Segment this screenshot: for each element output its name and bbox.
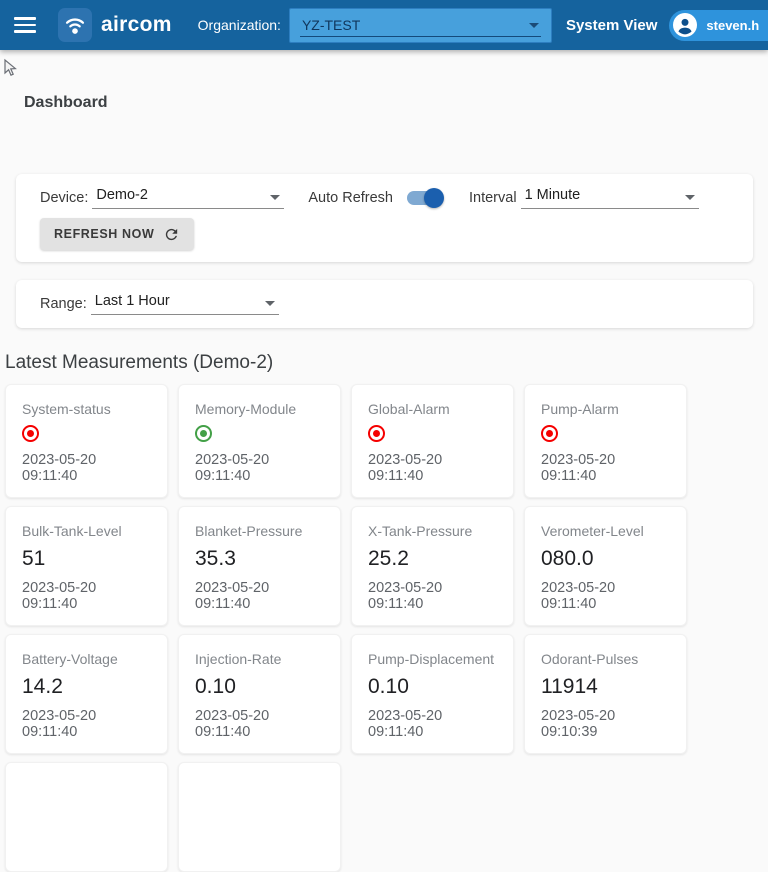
measurement-timestamp: 2023-05-20 09:11:40: [368, 708, 497, 740]
brand-name: aircom: [101, 13, 172, 37]
measurement-timestamp: 2023-05-20 09:11:40: [368, 452, 497, 484]
measurement-card-partial: [178, 762, 341, 872]
measurement-card: Battery-Voltage 14.2 2023-05-20 09:11:40: [5, 634, 168, 754]
device-label: Device:: [40, 190, 88, 206]
measurement-card: Pump-Displacement 0.10 2023-05-20 09:11:…: [351, 634, 514, 754]
measurement-name: Pump-Displacement: [368, 650, 497, 668]
measurement-value: 35.3: [195, 547, 324, 571]
measurement-card: System-status 2023-05-20 09:11:40: [5, 384, 168, 498]
measurement-card: Global-Alarm 2023-05-20 09:11:40: [351, 384, 514, 498]
measurement-value: 25.2: [368, 547, 497, 571]
range-value: Last 1 Hour: [95, 293, 170, 309]
menu-icon[interactable]: [14, 17, 36, 33]
measurement-timestamp: 2023-05-20 09:11:40: [22, 708, 151, 740]
range-label: Range:: [40, 296, 87, 312]
user-menu[interactable]: steven.h: [669, 10, 768, 41]
measurement-value: 14.2: [22, 675, 151, 699]
measurement-name: Verometer-Level: [541, 522, 670, 540]
measurement-name: Global-Alarm: [368, 400, 497, 418]
measurement-card: Injection-Rate 0.10 2023-05-20 09:11:40: [178, 634, 341, 754]
range-panel: Range: Last 1 Hour: [16, 280, 753, 328]
refresh-now-button[interactable]: REFRESH NOW: [40, 218, 194, 250]
chevron-down-icon: [265, 301, 275, 306]
measurement-card: Memory-Module 2023-05-20 09:11:40: [178, 384, 341, 498]
auto-refresh-label: Auto Refresh: [308, 190, 393, 206]
chevron-down-icon: [270, 195, 280, 200]
measurement-value: 0.10: [195, 675, 324, 699]
device-value: Demo-2: [96, 187, 148, 203]
app-header: aircom Organization: YZ-TEST System View…: [0, 0, 768, 50]
measurement-timestamp: 2023-05-20 09:11:40: [22, 580, 151, 612]
chevron-down-icon: [685, 195, 695, 200]
measurement-timestamp: 2023-05-20 09:11:40: [22, 452, 151, 484]
auto-refresh-toggle[interactable]: [407, 191, 441, 205]
measurement-name: Injection-Rate: [195, 650, 324, 668]
mouse-cursor: [2, 58, 18, 78]
refresh-now-label: REFRESH NOW: [54, 227, 154, 241]
chevron-down-icon: [529, 23, 539, 28]
measurement-value: 080.0: [541, 547, 670, 571]
measurement-name: Pump-Alarm: [541, 400, 670, 418]
measurement-name: Memory-Module: [195, 400, 324, 418]
section-title: Latest Measurements (Demo-2): [5, 352, 768, 374]
refresh-icon: [163, 226, 180, 243]
measurement-timestamp: 2023-05-20 09:11:40: [195, 452, 324, 484]
organization-select[interactable]: YZ-TEST: [289, 8, 552, 43]
status-dot: [22, 425, 39, 442]
measurement-name: Blanket-Pressure: [195, 522, 324, 540]
status-dot: [368, 425, 385, 442]
interval-value: 1 Minute: [525, 187, 581, 203]
status-dot: [541, 425, 558, 442]
measurement-timestamp: 2023-05-20 09:10:39: [541, 708, 670, 740]
measurement-name: Odorant-Pulses: [541, 650, 670, 668]
organization-value: YZ-TEST: [302, 17, 360, 33]
wifi-logo-icon: [58, 8, 92, 42]
system-view-label: System View: [566, 17, 657, 34]
device-panel: Device: Demo-2 Auto Refresh Interval 1 M…: [16, 174, 753, 262]
measurement-timestamp: 2023-05-20 09:11:40: [541, 452, 670, 484]
interval-label: Interval: [469, 190, 517, 206]
measurement-card: Blanket-Pressure 35.3 2023-05-20 09:11:4…: [178, 506, 341, 626]
device-select[interactable]: Demo-2: [92, 187, 284, 209]
interval-select[interactable]: 1 Minute: [521, 187, 699, 209]
measurement-name: Bulk-Tank-Level: [22, 522, 151, 540]
measurement-timestamp: 2023-05-20 09:11:40: [195, 580, 324, 612]
measurement-value: 51: [22, 547, 151, 571]
username: steven.h: [706, 18, 759, 33]
measurement-timestamp: 2023-05-20 09:11:40: [368, 580, 497, 612]
measurement-value: 0.10: [368, 675, 497, 699]
measurement-name: System-status: [22, 400, 151, 418]
measurement-name: X-Tank-Pressure: [368, 522, 497, 540]
measurement-card: Verometer-Level 080.0 2023-05-20 09:11:4…: [524, 506, 687, 626]
range-select[interactable]: Last 1 Hour: [91, 293, 279, 315]
measurement-name: Battery-Voltage: [22, 650, 151, 668]
page-title: Dashboard: [24, 94, 768, 112]
measurement-card: Pump-Alarm 2023-05-20 09:11:40: [524, 384, 687, 498]
measurement-card: Bulk-Tank-Level 51 2023-05-20 09:11:40: [5, 506, 168, 626]
status-dot: [195, 425, 212, 442]
measurement-card-partial: [5, 762, 168, 872]
measurement-timestamp: 2023-05-20 09:11:40: [541, 580, 670, 612]
measurement-timestamp: 2023-05-20 09:11:40: [195, 708, 324, 740]
select-underline: [300, 36, 541, 37]
measurement-value: 11914: [541, 675, 670, 699]
measurement-card: X-Tank-Pressure 25.2 2023-05-20 09:11:40: [351, 506, 514, 626]
toggle-knob: [424, 188, 444, 208]
account-circle-icon: [673, 13, 697, 37]
measurement-card: Odorant-Pulses 11914 2023-05-20 09:10:39: [524, 634, 687, 754]
measurements-grid: System-status 2023-05-20 09:11:40 Memory…: [5, 384, 687, 872]
organization-label: Organization:: [198, 17, 281, 33]
